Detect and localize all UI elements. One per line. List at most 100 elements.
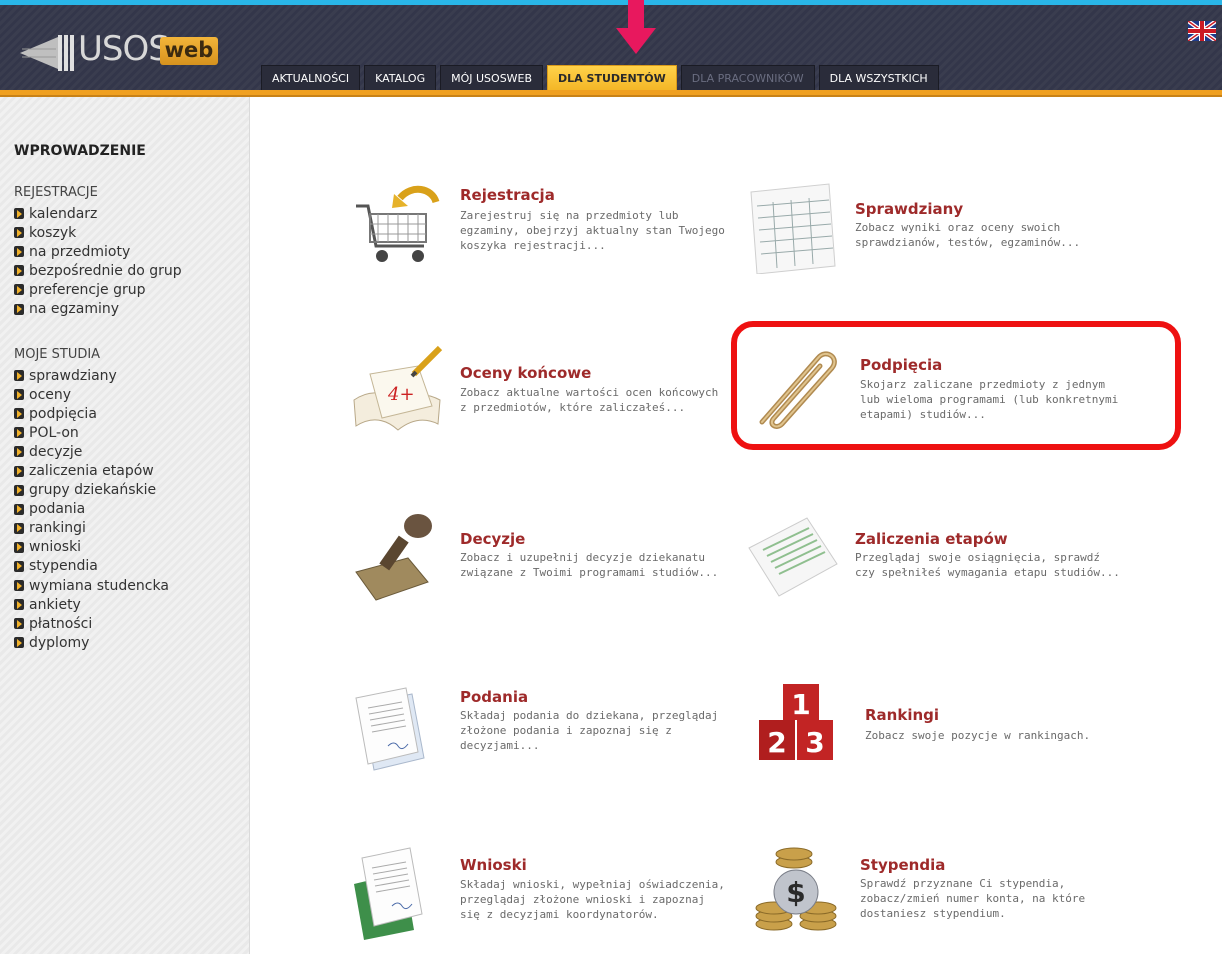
tab-dla-wszystkich[interactable]: DLA WSZYSTKICH [818, 65, 939, 93]
bullet-arrow-icon [14, 208, 24, 220]
sidebar-item-stypendia[interactable]: stypendia [14, 557, 169, 576]
tile-sprawdziany[interactable]: Sprawdziany Zobacz wyniki oraz oceny swo… [743, 176, 1133, 286]
sidebar-item-label: dyplomy [29, 634, 90, 651]
grade-notebook-icon: 4+ [353, 345, 443, 431]
sidebar-item-zaliczenia-etapow[interactable]: zaliczenia etapów [14, 461, 169, 480]
tile-podania[interactable]: Podania Składaj podania do dziekana, prz… [348, 680, 738, 790]
sidebar-item-ankiety[interactable]: ankiety [14, 595, 169, 614]
bullet-arrow-icon [14, 427, 24, 439]
sidebar-item-dyplomy[interactable]: dyplomy [14, 633, 169, 652]
shopping-cart-icon [356, 185, 440, 262]
sidebar-item-platnosci[interactable]: płatności [14, 614, 169, 633]
bullet-arrow-icon [14, 599, 24, 611]
sidebar-item-rankingi[interactable]: rankingi [14, 519, 169, 538]
bullet-arrow-icon [14, 227, 24, 239]
sidebar-item-koszyk[interactable]: koszyk [14, 223, 182, 242]
tab-moj-usosweb[interactable]: MÓJ USOSWEB [440, 65, 544, 93]
main-nav-tabs: AKTUALNOŚCI KATALOG MÓJ USOSWEB DLA STUD… [261, 65, 939, 93]
coins-dollar-icon: $ [755, 847, 837, 931]
sidebar-item-na-przedmioty[interactable]: na przedmioty [14, 242, 182, 261]
tile-title[interactable]: Zaliczenia etapów [855, 530, 1008, 548]
documents-icon [355, 687, 425, 771]
usosweb-logo[interactable]: USOS web [18, 27, 228, 77]
sidebar-item-label: POL-on [29, 424, 79, 441]
tile-title[interactable]: Rankingi [865, 706, 939, 724]
sidebar-item-label: zaliczenia etapów [29, 463, 154, 480]
tile-rankingi[interactable]: 1 2 3 Rankingi Zobacz swoje pozycje w ra… [753, 680, 1143, 790]
tile-title[interactable]: Decyzje [460, 530, 525, 548]
tile-description: Zobacz swoje pozycje w rankingach. [865, 729, 1091, 742]
bullet-arrow-icon [14, 303, 24, 315]
bullet-arrow-icon [14, 560, 24, 572]
tile-stypendia[interactable]: $ Stypendia Sprawdź przyznane Ci stypend… [748, 842, 1138, 952]
bullet-arrow-icon [14, 408, 24, 420]
sidebar-item-na-egzaminy[interactable]: na egzaminy [14, 299, 182, 318]
tile-description: Składaj podania do dziekana, przeglądaj … [460, 709, 719, 752]
tile-title[interactable]: Rejestracja [460, 186, 555, 204]
bullet-arrow-icon [14, 446, 24, 458]
tile-oceny-koncowe[interactable]: 4+ Oceny końcowe Zobacz aktualne wartośc… [348, 344, 738, 454]
sidebar-item-oceny[interactable]: oceny [14, 385, 169, 404]
svg-text:$: $ [786, 876, 805, 909]
tab-katalog[interactable]: KATALOG [364, 65, 437, 93]
sidebar-item-podpiecia[interactable]: podpięcia [14, 404, 169, 423]
tile-title[interactable]: Wnioski [460, 856, 527, 874]
sidebar-item-label: płatności [29, 615, 93, 632]
sidebar-item-wymiana-studencka[interactable]: wymiana studencka [14, 576, 169, 595]
sidebar-item-label: koszyk [29, 224, 77, 241]
bullet-arrow-icon [14, 284, 24, 296]
sidebar-item-bezposrednie-do-grup[interactable]: bezpośrednie do grup [14, 261, 182, 280]
sidebar-item-label: wymiana studencka [29, 577, 169, 594]
tile-wnioski[interactable]: Wnioski Składaj wnioski, wypełniaj oświa… [348, 844, 738, 954]
tile-zaliczenia-etapow[interactable]: Zaliczenia etapów Przeglądaj swoje osiąg… [743, 508, 1133, 618]
tile-description: Przeglądaj swoje osiągnięcia, sprawdź cz… [855, 551, 1120, 579]
grade-text: 4+ [387, 384, 415, 405]
tab-aktualnosci[interactable]: AKTUALNOŚCI [261, 65, 361, 93]
sidebar-item-label: stypendia [29, 558, 98, 575]
tile-title[interactable]: Oceny końcowe [460, 364, 591, 382]
tile-description: Składaj wnioski, wypełniaj oświadczenia,… [460, 878, 725, 921]
bullet-arrow-icon [14, 389, 24, 401]
sidebar-item-label: sprawdziany [29, 367, 117, 384]
sidebar-item-pol-on[interactable]: POL-on [14, 423, 169, 442]
sidebar-item-wnioski[interactable]: wnioski [14, 538, 169, 557]
uk-flag-icon[interactable] [1188, 21, 1216, 41]
sidebar-heading[interactable]: WPROWADZENIE [14, 143, 146, 159]
tab-dla-pracownikow[interactable]: DLA PRACOWNIKÓW [680, 65, 815, 93]
bullet-arrow-icon [14, 503, 24, 515]
sidebar-item-decyzje[interactable]: decyzje [14, 442, 169, 461]
logo-text: USOS [78, 29, 170, 69]
bullet-arrow-icon [14, 637, 24, 649]
podium-number: 1 [791, 688, 810, 721]
sidebar-item-label: preferencje grup [29, 281, 146, 298]
sidebar-item-kalendarz[interactable]: kalendarz [14, 204, 182, 223]
logo-pillars-icon [20, 35, 74, 71]
bullet-arrow-icon [14, 370, 24, 382]
sidebar-item-preferencje-grup[interactable]: preferencje grup [14, 280, 182, 299]
report-sheet-icon [748, 517, 838, 597]
tile-title[interactable]: Podania [460, 688, 528, 706]
tile-title[interactable]: Sprawdziany [855, 200, 963, 218]
sidebar-item-label: na egzaminy [29, 301, 120, 318]
sidebar-item-label: grupy dziekańskie [29, 482, 157, 499]
podium-number: 3 [805, 726, 824, 759]
tile-description: Zobacz wyniki oraz oceny swoich sprawdzi… [855, 221, 1081, 249]
bullet-arrow-icon [14, 618, 24, 630]
test-sheet-icon [750, 183, 836, 274]
sidebar-item-podania[interactable]: podania [14, 500, 169, 519]
stamp-icon [355, 514, 432, 601]
tile-description: Zobacz aktualne wartości ocen końcowych … [460, 386, 719, 414]
bullet-arrow-icon [14, 484, 24, 496]
tile-title[interactable]: Stypendia [860, 856, 945, 874]
bullet-arrow-icon [14, 541, 24, 553]
sidebar-item-label: oceny [29, 386, 72, 403]
tile-rejestracja[interactable]: Rejestracja Zarejestruj się na przedmiot… [348, 176, 738, 286]
application-documents-icon [354, 847, 423, 940]
tab-dla-studentow[interactable]: DLA STUDENTÓW [547, 65, 677, 93]
sidebar-item-grupy-dziekanskie[interactable]: grupy dziekańskie [14, 481, 169, 500]
sidebar-item-sprawdziany[interactable]: sprawdziany [14, 366, 169, 385]
sidebar-section-title: MOJE STUDIA [14, 347, 101, 362]
highlight-box [731, 321, 1181, 450]
tile-decyzje[interactable]: Decyzje Zobacz i uzupełnij decyzje dziek… [348, 508, 738, 618]
pointer-arrow-icon [616, 0, 656, 54]
